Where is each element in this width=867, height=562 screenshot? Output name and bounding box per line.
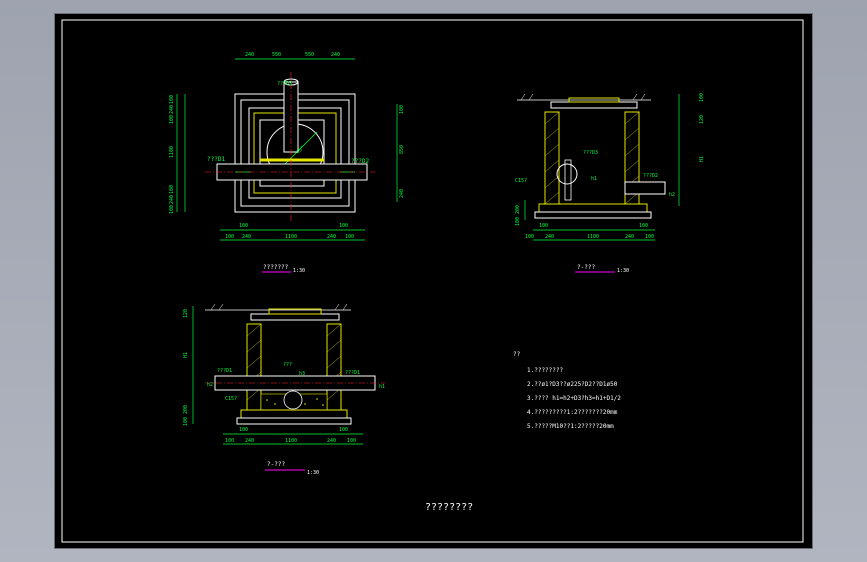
sec-b-foundation <box>236 417 352 425</box>
note-item-4: 4.?????????1:2???????20mm <box>527 409 618 416</box>
notes-heading: ?? <box>513 351 521 358</box>
sec-b-channel-circle <box>283 390 303 410</box>
sec-a-caption: ?-??? <box>577 264 595 271</box>
note-item-1: 1.???????? <box>527 367 564 374</box>
sec-a-foundation <box>534 211 652 219</box>
sec-b-dim-left-0: 120 <box>183 309 189 318</box>
plan-dim-bottom2-2: 1100 <box>285 234 297 240</box>
sec-b-h3-label: h3 <box>299 371 305 377</box>
plan-inlet-label: ???D1 <box>207 156 225 163</box>
plan-dim-bottom1-1: 100 <box>339 223 348 229</box>
sec-b-dim-left-2: 100 <box>183 417 189 426</box>
plan-dim-top-1: 550 <box>272 52 281 58</box>
sec-b-dim-bottom2-0: 100 <box>225 438 234 444</box>
plan-dim-left-3: 1100 <box>169 146 175 158</box>
sec-a-cover-slab <box>550 101 638 109</box>
plan-dim-left-5: 240 <box>169 195 175 204</box>
drawing-sheet[interactable]: ???D1 ???D2 ???D3 45° 240 550 550 240 10… <box>55 14 812 548</box>
plan-dim-left-6: 100 <box>169 205 175 214</box>
sec-a-dim-right-0: 100 <box>699 93 705 102</box>
plan-dim-right-2: 240 <box>399 189 405 198</box>
sec-a-h1-label: h1 <box>591 176 597 182</box>
notes-block[interactable]: ?? 1.???????? 2.??ø1?D3??ø225?D2??D1ø50 … <box>513 351 621 430</box>
section-a-view[interactable]: ???D3 ???D2 h1 h2 C15? 100 120 H1 100 20… <box>515 93 705 274</box>
sec-a-h2-label: h2 <box>669 192 675 198</box>
plan-dim-bottom2-1: 240 <box>242 234 251 240</box>
sec-a-left-wall <box>544 111 560 205</box>
note-item-3: 3.???? h1=h2+D3?h3=h1+D1/2 <box>527 395 621 402</box>
sec-b-dim-bottom2-4: 100 <box>347 438 356 444</box>
sec-a-dim-bottom1-1: 100 <box>639 223 648 229</box>
note-item-5: 5.?????M10??1:2?????20mm <box>527 423 614 430</box>
sec-b-scale: 1:30 <box>307 470 319 476</box>
sec-b-h1-label: h1 <box>379 384 385 390</box>
sec-b-conc-label: C15? <box>225 396 237 402</box>
sec-b-dim-bottom2-1: 240 <box>245 438 254 444</box>
sec-b-pipe-label: ??? <box>283 362 292 368</box>
sec-a-dim-left-1: 200 <box>515 205 521 214</box>
sec-b-base-slab <box>240 409 348 419</box>
sec-a-outlet-label: ???D2 <box>643 173 658 179</box>
plan-caption: ??????? <box>263 264 289 271</box>
sec-b-dim-left-1: H1 <box>183 352 189 358</box>
sheet-title: ???????? <box>425 502 473 513</box>
cad-viewport: ???D1 ???D2 ???D3 45° 240 550 550 240 10… <box>0 0 867 562</box>
plan-scale: 1:30 <box>293 268 305 274</box>
sec-b-dim-bottom2-3: 240 <box>327 438 336 444</box>
plan-dim-top-0: 240 <box>245 52 254 58</box>
plan-dim-right-1: 850 <box>399 145 405 154</box>
sec-a-base-slab <box>538 203 648 213</box>
sec-a-dim-bottom2-4: 100 <box>645 234 654 240</box>
plan-pipe-top-label: ???D3 <box>277 81 292 87</box>
plan-dim-left-4: 100 <box>169 185 175 194</box>
sec-b-inlet-label: ???D1 <box>217 368 232 374</box>
plan-dim-bottom2-4: 100 <box>345 234 354 240</box>
section-b-view[interactable]: ???D1 ???D1 h3 h2 h1 C15? ??? 120 H1 100… <box>183 303 385 476</box>
sec-a-dim-bottom1-0: 100 <box>539 223 548 229</box>
sec-b-h2-label: h2 <box>207 382 213 388</box>
drawing-canvas[interactable]: ???D1 ???D2 ???D3 45° 240 550 550 240 10… <box>55 14 812 548</box>
sec-a-dim-bottom2-3: 240 <box>625 234 634 240</box>
sec-a-pipe-label: ???D3 <box>583 150 598 156</box>
sec-a-outlet-pipe <box>624 181 666 195</box>
sec-b-cover-slab <box>250 313 340 321</box>
sec-b-dim-bottom2-2: 1100 <box>285 438 297 444</box>
plan-dim-left-2: 100 <box>169 115 175 124</box>
sec-a-dim-bottom2-0: 100 <box>525 234 534 240</box>
sec-a-dim-left-0: 100 <box>515 217 521 226</box>
sec-b-right-wall <box>326 323 342 411</box>
plan-dim-bottom2-3: 240 <box>327 234 336 240</box>
plan-dim-right-0: 100 <box>399 105 405 114</box>
plan-dim-bottom2-0: 100 <box>225 234 234 240</box>
sec-a-conc-label: C15? <box>515 178 527 184</box>
sec-a-riser <box>564 159 572 201</box>
plan-dim-top-3: 240 <box>331 52 340 58</box>
sec-a-pipe-circle <box>556 163 578 185</box>
sec-b-dim-bottom1-0: 100 <box>239 427 248 433</box>
sec-a-dim-bottom2-1: 240 <box>545 234 554 240</box>
sec-a-dim-bottom2-2: 1100 <box>587 234 599 240</box>
sec-a-dim-right-1: 120 <box>699 115 705 124</box>
sec-b-dim-bottom1-1: 100 <box>339 427 348 433</box>
sec-b-caption: ?-??? <box>267 461 285 468</box>
sec-a-ground-hatch <box>520 93 646 101</box>
sec-a-dim-right-2: H1 <box>699 156 705 162</box>
plan-dim-bottom1-0: 100 <box>239 223 248 229</box>
plan-outlet-label: ???D2 <box>351 158 369 165</box>
sec-b-outlet-label: ???D1 <box>345 370 360 376</box>
plan-dim-left-1: 240 <box>169 105 175 114</box>
plan-dim-top-2: 550 <box>305 52 314 58</box>
note-item-2: 2.??ø1?D3??ø225?D2??D1ø50 <box>527 381 618 388</box>
sec-b-dim-left-3: 200 <box>183 405 189 414</box>
plan-view[interactable]: ???D1 ???D2 ???D3 45° 240 550 550 240 10… <box>169 52 405 274</box>
sec-b-left-wall <box>246 323 262 411</box>
plan-dim-left-0: 100 <box>169 95 175 104</box>
sec-a-scale: 1:30 <box>617 268 629 274</box>
